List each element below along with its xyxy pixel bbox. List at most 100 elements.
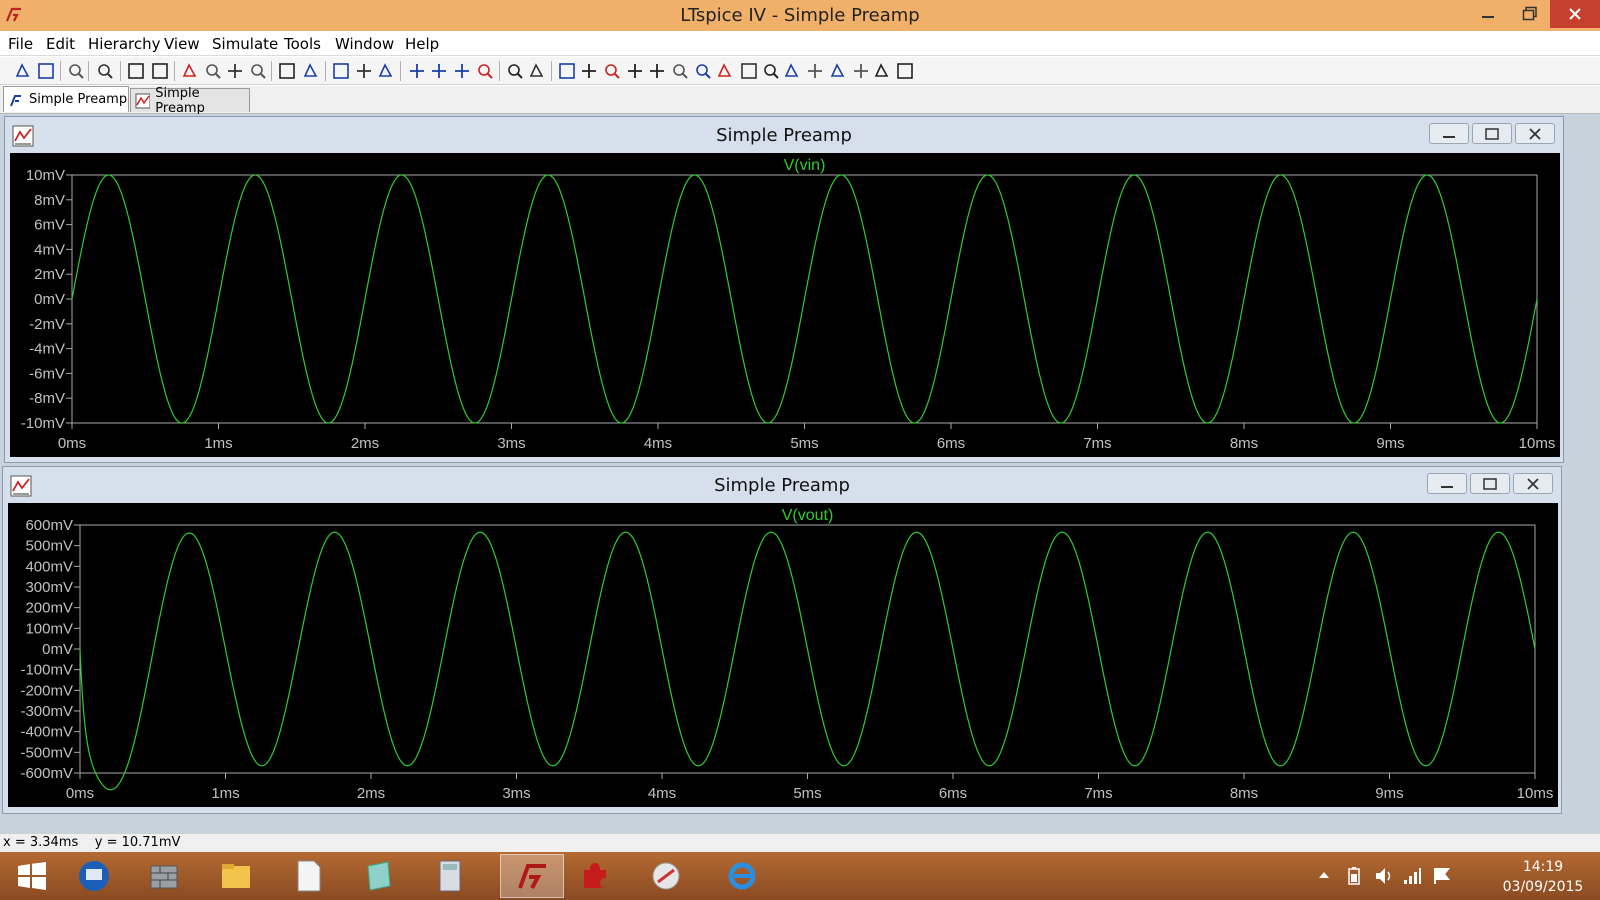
action-center-icon[interactable] bbox=[1432, 866, 1452, 886]
print-icon[interactable] bbox=[528, 62, 546, 80]
plot-close-button[interactable] bbox=[1513, 473, 1553, 494]
x-tick-label: 7ms bbox=[1084, 785, 1112, 802]
y-tick-label: -6mV bbox=[29, 365, 65, 382]
internet-explorer-icon[interactable] bbox=[710, 854, 774, 898]
component-icon[interactable] bbox=[716, 62, 734, 80]
restore-button[interactable] bbox=[1510, 0, 1550, 28]
y-tick-label: 400mV bbox=[25, 558, 73, 575]
show-hidden-icons-icon[interactable] bbox=[1318, 870, 1330, 880]
taskbar-clock[interactable]: 14:19 03/09/2015 bbox=[1488, 857, 1598, 897]
y-tick-label: 200mV bbox=[25, 600, 73, 617]
zoom-out-icon[interactable] bbox=[226, 62, 244, 80]
zoom-full-icon[interactable] bbox=[204, 62, 222, 80]
tab-schematic[interactable]: Simple Preamp bbox=[3, 86, 129, 112]
plot-maximize-button[interactable] bbox=[1470, 473, 1510, 494]
tab-label: Simple Preamp bbox=[155, 85, 205, 116]
control-panel-icon[interactable] bbox=[96, 62, 114, 80]
notebook-icon[interactable] bbox=[346, 854, 410, 898]
halt-icon[interactable] bbox=[151, 62, 169, 80]
snipping-tool-icon[interactable] bbox=[634, 854, 698, 898]
open-icon[interactable] bbox=[37, 62, 55, 80]
save-icon[interactable] bbox=[67, 62, 85, 80]
tile-horizontal-icon[interactable] bbox=[332, 62, 350, 80]
y-tick-label: -500mV bbox=[20, 744, 73, 761]
firewall-icon[interactable] bbox=[132, 854, 196, 898]
y-tick-label: 0mV bbox=[34, 291, 65, 308]
diode-icon[interactable] bbox=[694, 62, 712, 80]
menu-file[interactable]: File bbox=[8, 35, 33, 53]
volume-icon[interactable] bbox=[1374, 866, 1394, 886]
menu-window[interactable]: Window bbox=[335, 35, 394, 53]
label-net-icon[interactable] bbox=[603, 62, 621, 80]
network-icon[interactable] bbox=[1402, 866, 1422, 886]
spice-directive-icon[interactable] bbox=[896, 62, 914, 80]
ground-icon[interactable] bbox=[580, 62, 598, 80]
menu-help[interactable]: Help bbox=[405, 35, 439, 53]
inductor-icon[interactable] bbox=[671, 62, 689, 80]
drag-icon[interactable] bbox=[762, 62, 780, 80]
plot-minimize-button[interactable] bbox=[1427, 473, 1467, 494]
start-icon[interactable] bbox=[0, 854, 64, 898]
menu-view[interactable]: View bbox=[164, 35, 200, 53]
x-tick-label: 5ms bbox=[790, 435, 818, 452]
menu-hierarchy[interactable]: Hierarchy bbox=[88, 35, 161, 53]
file-explorer-icon[interactable] bbox=[204, 854, 268, 898]
menu-simulate[interactable]: Simulate bbox=[212, 35, 278, 53]
trace-label[interactable]: V(vout) bbox=[782, 507, 834, 524]
x-tick-label: 6ms bbox=[937, 435, 965, 452]
remote-desktop-glyph-icon bbox=[79, 861, 109, 891]
print-preview-icon[interactable] bbox=[506, 62, 524, 80]
rotate-icon[interactable] bbox=[829, 62, 847, 80]
cascade-icon[interactable] bbox=[377, 62, 395, 80]
redo-icon[interactable] bbox=[806, 62, 824, 80]
zoom-cancel-icon[interactable] bbox=[249, 62, 267, 80]
move-icon[interactable] bbox=[740, 62, 758, 80]
run-icon[interactable] bbox=[127, 62, 145, 80]
plot-background bbox=[10, 153, 1560, 457]
x-tick-label: 9ms bbox=[1375, 785, 1403, 802]
copy-icon[interactable] bbox=[430, 62, 448, 80]
toolbar-separator bbox=[88, 61, 89, 81]
remote-desktop-icon[interactable] bbox=[62, 854, 126, 898]
paste-icon[interactable] bbox=[453, 62, 471, 80]
tab-waveform[interactable]: Simple Preamp bbox=[130, 86, 250, 116]
x-tick-label: 10ms bbox=[1517, 785, 1554, 802]
plot-title: Simple Preamp bbox=[714, 475, 850, 496]
ltspice-icon[interactable] bbox=[500, 854, 564, 898]
autorange-icon[interactable] bbox=[278, 62, 296, 80]
internet-explorer-glyph-icon bbox=[728, 862, 756, 890]
plot-maximize-button[interactable] bbox=[1472, 123, 1512, 144]
minimize-icon bbox=[1482, 16, 1494, 18]
text-icon[interactable] bbox=[873, 62, 891, 80]
waveform-plot-vout[interactable]: V(vout) 600mV 500mV 400mV 300mV 200mV 100mV 0mV… bbox=[8, 503, 1558, 807]
resistor-icon[interactable] bbox=[626, 62, 644, 80]
y-tick-label: -4mV bbox=[29, 341, 65, 358]
battery-icon[interactable] bbox=[1344, 866, 1364, 886]
mirror-icon[interactable] bbox=[852, 62, 870, 80]
x-tick-label: 4ms bbox=[644, 435, 672, 452]
trace-label[interactable]: V(vin) bbox=[784, 157, 826, 174]
calculator-icon[interactable] bbox=[418, 854, 482, 898]
wire-icon[interactable] bbox=[558, 62, 576, 80]
grid-icon[interactable] bbox=[302, 62, 320, 80]
notepad-icon[interactable] bbox=[276, 854, 340, 898]
puzzle-icon[interactable] bbox=[562, 854, 626, 898]
x-tick-label: 3ms bbox=[497, 435, 525, 452]
capacitor-icon[interactable] bbox=[648, 62, 666, 80]
minimize-button[interactable] bbox=[1468, 0, 1508, 28]
cut-icon[interactable] bbox=[408, 62, 426, 80]
plot-window-vout[interactable]: Simple Preamp V(vout) 600mV 500mV 400mV 300m… bbox=[2, 466, 1562, 814]
find-icon[interactable] bbox=[476, 62, 494, 80]
plot-close-button[interactable] bbox=[1515, 123, 1555, 144]
plot-window-vin[interactable]: Simple Preamp V(vin) 10mV 8mV 6mV 4mV 2mV 0mV -… bbox=[4, 116, 1564, 463]
menu-edit[interactable]: Edit bbox=[46, 35, 75, 53]
tile-vertical-icon[interactable] bbox=[355, 62, 373, 80]
undo-icon[interactable] bbox=[783, 62, 801, 80]
new-schematic-icon[interactable] bbox=[14, 62, 32, 80]
zoom-in-icon[interactable] bbox=[181, 62, 199, 80]
waveform-plot-vin[interactable]: V(vin) 10mV 8mV 6mV 4mV 2mV 0mV -2mV -4mV -6mV -8m… bbox=[10, 153, 1560, 457]
close-button[interactable] bbox=[1550, 0, 1600, 28]
plot-minimize-button[interactable] bbox=[1429, 123, 1469, 144]
menu-tools[interactable]: Tools bbox=[284, 35, 321, 53]
x-tick-label: 9ms bbox=[1376, 435, 1404, 452]
